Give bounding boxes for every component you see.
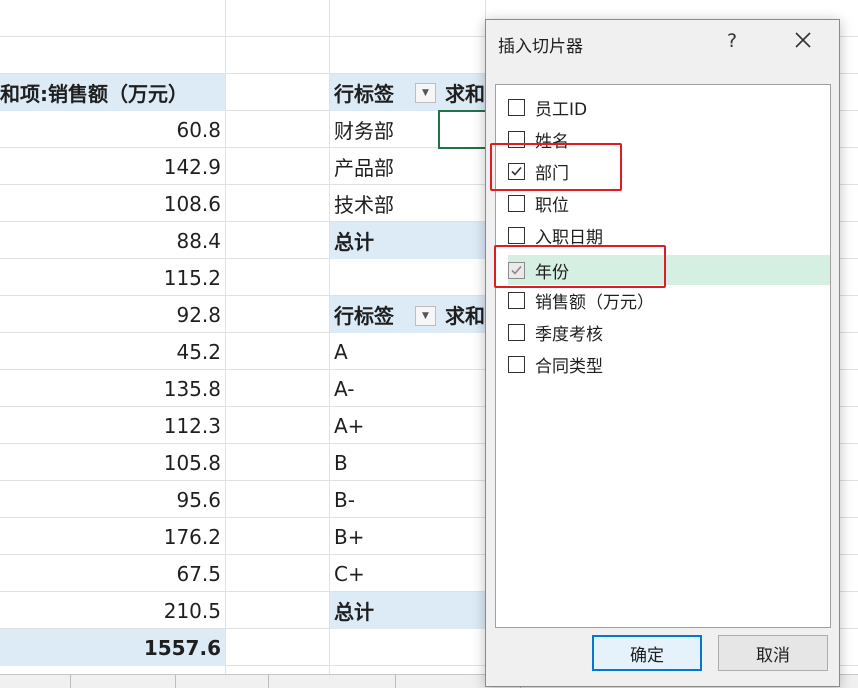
field-label: 季度考核 [535, 324, 603, 345]
pivot1-row[interactable]: 产品部 [330, 148, 438, 185]
sales-value[interactable]: 105.8 [0, 444, 225, 481]
field-label: 职位 [535, 195, 569, 216]
pivot1-row[interactable]: 技术部 [330, 185, 438, 222]
field-label: 入职日期 [535, 227, 603, 248]
help-icon[interactable]: ? [727, 30, 737, 52]
sales-value[interactable]: 142.9 [0, 148, 225, 185]
sales-value[interactable]: 95.6 [0, 481, 225, 518]
annotation-box-department [490, 143, 622, 191]
field-item-sales[interactable]: 销售额（万元） [508, 286, 654, 314]
sales-value[interactable]: 60.8 [0, 111, 225, 148]
field-item-quarterly-review[interactable]: 季度考核 [508, 318, 603, 346]
pivot2-row[interactable]: A- [330, 370, 438, 407]
checkbox[interactable] [508, 355, 525, 373]
sales-value[interactable]: 88.4 [0, 222, 225, 259]
field-item-employee-id[interactable]: 员工ID [508, 93, 587, 121]
pivot2-row[interactable]: B [330, 444, 438, 481]
sales-value[interactable]: 108.6 [0, 185, 225, 222]
pivot2-row[interactable]: A [330, 333, 438, 370]
pivot2-row[interactable]: B+ [330, 518, 438, 555]
pivot2-row[interactable]: C+ [330, 555, 438, 592]
cancel-button[interactable]: 取消 [718, 635, 828, 671]
sales-value[interactable]: 45.2 [0, 333, 225, 370]
field-label: 销售额（万元） [535, 292, 654, 313]
sales-value[interactable]: 67.5 [0, 555, 225, 592]
sales-value[interactable]: 176.2 [0, 518, 225, 555]
checkbox[interactable] [508, 291, 525, 309]
checkbox[interactable] [508, 323, 525, 341]
sales-value[interactable]: 115.2 [0, 259, 225, 296]
checkbox[interactable] [508, 226, 525, 244]
pivot1-filter-dropdown-icon[interactable]: ▼ [415, 83, 436, 103]
checkbox[interactable] [508, 98, 525, 116]
pivot2-sum-header[interactable]: 求和 [440, 296, 485, 333]
sales-value[interactable]: 210.5 [0, 592, 225, 629]
pivot2-filter-dropdown-icon[interactable]: ▼ [415, 306, 436, 326]
sum-sales-header[interactable]: 和项:销售额（万元） [0, 74, 225, 111]
field-label: 合同类型 [535, 356, 603, 377]
insert-slicer-dialog: 插入切片器 ? 员工ID 姓名 部门 职位 入职日期 年份 销售额（万元） 季度… [485, 19, 840, 687]
sales-value[interactable]: 135.8 [0, 370, 225, 407]
pivot1-row[interactable]: 财务部 [330, 111, 438, 148]
pivot1-total[interactable]: 总计 [330, 222, 485, 259]
active-cell-selection[interactable] [438, 110, 487, 149]
annotation-box-year [494, 245, 666, 288]
sales-value[interactable]: 112.3 [0, 407, 225, 444]
pivot2-row[interactable]: B- [330, 481, 438, 518]
sales-total[interactable]: 1557.6 [0, 629, 225, 666]
ok-button[interactable]: 确定 [592, 635, 702, 671]
sales-value[interactable]: 92.8 [0, 296, 225, 333]
field-label: 员工ID [535, 99, 588, 120]
checkbox[interactable] [508, 194, 525, 212]
close-icon[interactable] [791, 28, 815, 52]
pivot2-total[interactable]: 总计 [330, 592, 485, 629]
pivot1-sum-header[interactable]: 求和 [440, 74, 485, 111]
pivot2-row[interactable]: A+ [330, 407, 438, 444]
dialog-title: 插入切片器 [498, 37, 583, 57]
field-item-contract-type[interactable]: 合同类型 [508, 350, 603, 378]
field-item-position[interactable]: 职位 [508, 189, 569, 217]
